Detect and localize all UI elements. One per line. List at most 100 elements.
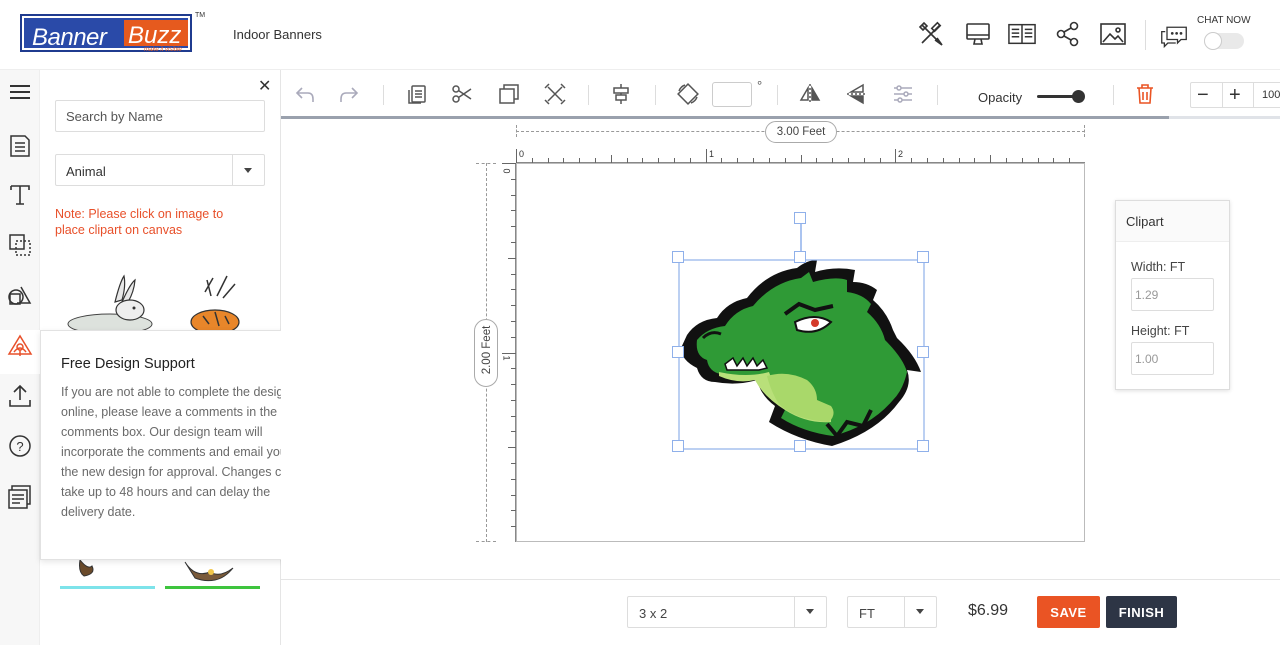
select-divider [794, 597, 795, 627]
rotate-angle-input[interactable] [712, 82, 752, 107]
logo-word-buzz: Buzz [128, 22, 182, 49]
zoom-divider [1253, 83, 1254, 107]
background-icon[interactable] [6, 231, 34, 259]
adjust-sliders-icon[interactable] [891, 82, 915, 106]
menu-icon[interactable] [6, 78, 34, 106]
logo-tm: TM [195, 12, 206, 19]
height-label-pill: 2.00 Feet [474, 319, 498, 387]
horizontal-ruler [516, 149, 1085, 163]
clipart-thumb-bird[interactable] [60, 558, 155, 590]
ruler-y-1: 1 [501, 355, 512, 361]
book-icon[interactable] [1008, 20, 1036, 48]
notes-icon[interactable] [6, 482, 34, 510]
logo-inner: Banner Buzz [24, 18, 188, 51]
support-title: Free Design Support [61, 356, 195, 372]
category-select[interactable]: Animal [55, 154, 265, 186]
text-icon[interactable] [6, 181, 34, 209]
desktop-preview-icon[interactable] [964, 20, 992, 48]
product-name: Indoor Banners [233, 27, 322, 42]
zoom-in-button[interactable]: + [1229, 84, 1241, 107]
upload-icon[interactable] [6, 382, 34, 410]
height-ft-label: Height: FT [1131, 324, 1190, 338]
flip-horizontal-icon[interactable] [798, 82, 822, 106]
cut-icon[interactable] [450, 82, 474, 106]
chevron-down-icon [806, 609, 814, 614]
panel-close-icon[interactable]: ✕ [258, 76, 271, 96]
clipart-thumb-rabbit[interactable] [60, 272, 155, 335]
resize-handle-sw[interactable] [672, 440, 684, 452]
toolbar-divider [383, 85, 384, 105]
zoom-out-button[interactable]: − [1197, 84, 1209, 107]
zoom-value[interactable]: 100 [1262, 89, 1280, 101]
clipart-thumb-tiger[interactable] [185, 272, 245, 335]
clipart-icon[interactable] [6, 332, 34, 360]
clipart-note: Note: Please click on image to place cli… [55, 207, 224, 237]
delete-cross-icon[interactable] [543, 82, 567, 106]
resize-handle-e[interactable] [917, 346, 929, 358]
support-body: If you are not able to complete the desi… [61, 385, 296, 519]
resize-handle-se[interactable] [917, 440, 929, 452]
width-ft-input[interactable] [1131, 278, 1214, 311]
opacity-label: Opacity [978, 90, 1023, 105]
dim-tick [516, 125, 517, 137]
header: Banner Buzz make it visible TM Indoor Ba… [0, 0, 1280, 70]
rotate-handle[interactable] [794, 212, 806, 224]
crocodile-clipart[interactable] [667, 210, 937, 460]
templates-icon[interactable] [6, 132, 34, 160]
align-center-icon[interactable] [609, 82, 633, 106]
resize-handle-n[interactable] [794, 251, 806, 263]
resize-handle-s[interactable] [794, 440, 806, 452]
unit-select[interactable]: FT [847, 596, 937, 628]
chat-toggle[interactable] [1204, 32, 1244, 50]
dim-tick [476, 163, 496, 164]
clipart-thumb-eagle[interactable] [165, 560, 260, 590]
duplicate-icon[interactable] [497, 82, 521, 106]
resize-handle-nw[interactable] [672, 251, 684, 263]
size-select[interactable]: 3 x 2 [627, 596, 827, 628]
width-label: 3.00 Feet [765, 121, 837, 143]
chevron-down-icon [916, 609, 924, 614]
opacity-slider-handle[interactable] [1072, 90, 1085, 103]
finish-button[interactable]: FINISH [1106, 596, 1177, 628]
edit-toolbar: ° Opacity − + 100 [281, 70, 1280, 118]
logo-tagline: make it visible [144, 47, 182, 53]
toolbar-divider [1113, 85, 1114, 105]
design-tools-icon[interactable] [917, 20, 945, 48]
height-ft-input[interactable] [1131, 342, 1214, 375]
free-design-support-popup: Free Design Support ✕ If you are not abl… [40, 330, 310, 560]
chat-now-label: CHAT NOW [1197, 15, 1251, 26]
svg-text:?: ? [16, 439, 23, 454]
flip-vertical-icon[interactable] [845, 82, 869, 106]
shapes-icon[interactable] [6, 281, 34, 309]
search-input[interactable] [55, 100, 265, 132]
redo-icon[interactable] [337, 82, 361, 106]
share-icon[interactable] [1054, 20, 1082, 48]
rotate-icon[interactable] [676, 82, 700, 106]
height-label: 2.00 Feet [481, 325, 493, 375]
ruler-x-2: 2 [898, 149, 904, 159]
toolbar-divider [937, 85, 938, 105]
price: $6.99 [968, 602, 1009, 619]
vertical-ruler [502, 163, 516, 542]
ruler-x-0: 0 [519, 149, 525, 159]
zoom-divider [1222, 83, 1223, 107]
save-button[interactable]: SAVE [1037, 596, 1100, 628]
resize-handle-ne[interactable] [917, 251, 929, 263]
image-icon[interactable] [1099, 20, 1127, 48]
help-icon[interactable]: ? [6, 432, 34, 460]
toolbar-divider [777, 85, 778, 105]
props-header: Clipart [1116, 201, 1229, 242]
category-value: Animal [66, 164, 106, 179]
chat-icon[interactable] [1160, 22, 1188, 50]
dim-tick [1084, 125, 1085, 137]
unit-value: FT [859, 606, 875, 621]
undo-icon[interactable] [293, 82, 317, 106]
copy-icon[interactable] [405, 82, 429, 106]
logo[interactable]: Banner Buzz make it visible TM [20, 12, 205, 54]
trash-icon[interactable] [1133, 82, 1157, 106]
resize-handle-w[interactable] [672, 346, 684, 358]
toolbar-divider [655, 85, 656, 105]
dim-tick [476, 541, 496, 542]
degree-symbol: ° [757, 78, 763, 93]
tool-rail: ? [0, 70, 40, 645]
